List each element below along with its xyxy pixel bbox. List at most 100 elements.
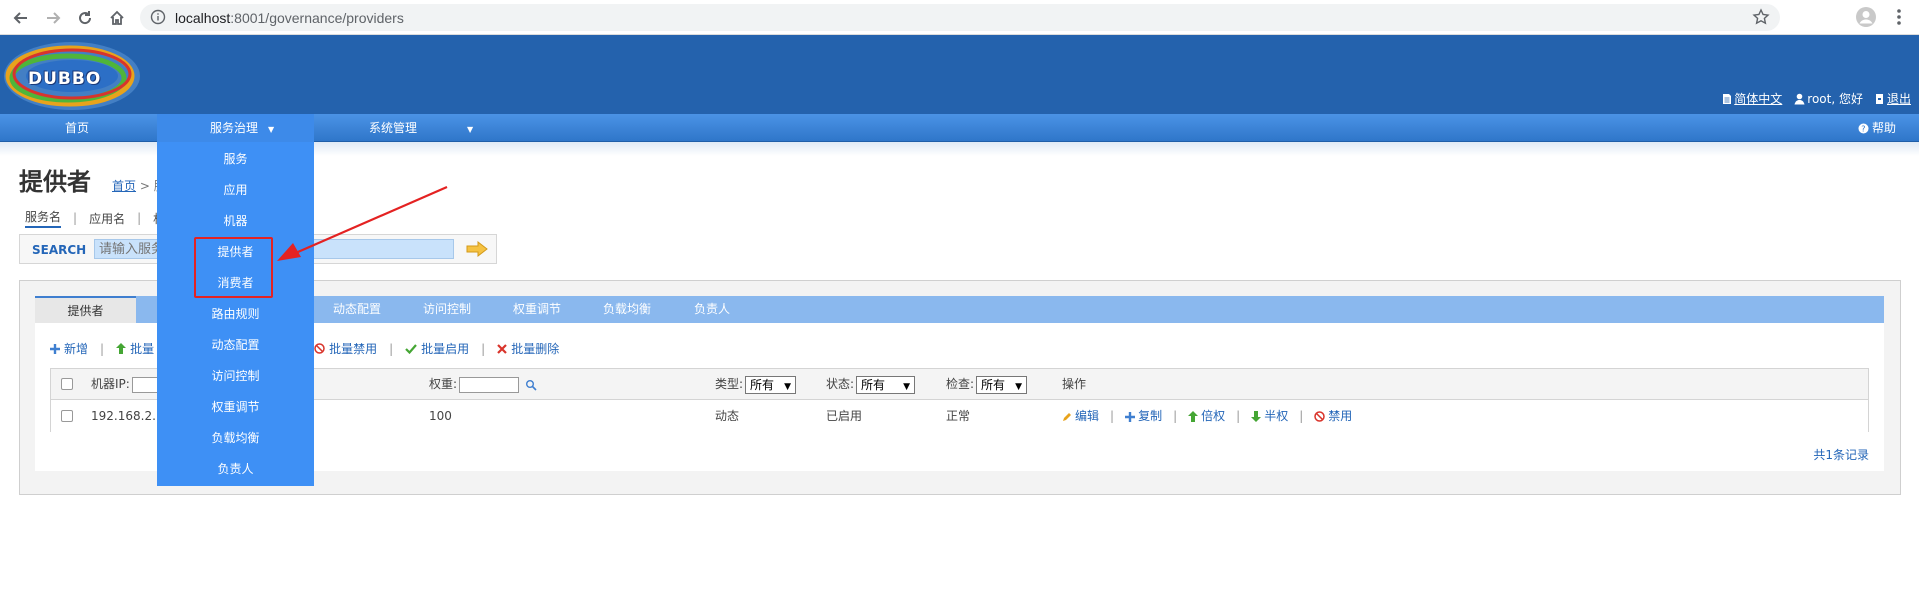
pencil-icon bbox=[1063, 412, 1071, 421]
url-text: localhost:8001/governance/providers bbox=[175, 10, 404, 26]
chevron-down-icon: ▼ bbox=[903, 381, 910, 392]
tab-access-control[interactable]: 访问控制 bbox=[407, 296, 487, 323]
nav-system[interactable]: 系统管理 ▼ bbox=[369, 114, 473, 142]
tab-load-balance[interactable]: 负载均衡 bbox=[587, 296, 667, 323]
batch-disable-button[interactable]: 批量禁用 bbox=[314, 340, 377, 357]
help-icon: ? bbox=[1858, 123, 1869, 133]
tab-owner[interactable]: 负责人 bbox=[677, 296, 747, 323]
status-filter-select[interactable]: 所有 ▼ bbox=[856, 375, 915, 394]
logo-text: DUBBO bbox=[28, 69, 102, 89]
separator: | bbox=[481, 341, 486, 356]
tab-dynamic-config[interactable]: 动态配置 bbox=[317, 296, 397, 323]
add-label: 新增 bbox=[64, 342, 89, 356]
forward-arrow-icon[interactable] bbox=[40, 5, 66, 31]
header-type: 类型: 所有 ▼ bbox=[715, 369, 796, 400]
separator: | bbox=[1236, 409, 1241, 423]
address-bar[interactable]: localhost:8001/governance/providers bbox=[140, 4, 1780, 31]
profile-icon[interactable] bbox=[1855, 6, 1877, 28]
header-weight: 权重: bbox=[429, 369, 537, 400]
providers-table: 机器IP: 权重: 类型: 所有 ▼ 状态: 所有 ▼ 检查: 所有 ▼ 操作 192.16… bbox=[50, 368, 1869, 432]
dropdown-item-service[interactable]: 服务 bbox=[157, 147, 314, 171]
tab-weight[interactable]: 权重调节 bbox=[497, 296, 577, 323]
document-icon bbox=[1723, 93, 1732, 104]
dropdown-item-load-balance[interactable]: 负载均衡 bbox=[157, 426, 314, 450]
separator: | bbox=[73, 211, 78, 225]
chevron-down-icon: ▼ bbox=[784, 381, 791, 392]
batch-enable-button[interactable]: 批量启用 bbox=[405, 340, 469, 357]
batch-label: 批量 bbox=[130, 342, 155, 356]
half-weight-button[interactable]: 半权 bbox=[1251, 401, 1288, 432]
cell-ip[interactable]: 192.168.2.1 bbox=[91, 401, 164, 432]
star-icon[interactable] bbox=[1752, 8, 1770, 26]
dropdown-item-weight[interactable]: 权重调节 bbox=[157, 395, 314, 419]
status-filter-value: 所有 bbox=[861, 377, 886, 392]
separator: | bbox=[1110, 409, 1115, 423]
reload-icon[interactable] bbox=[72, 5, 98, 31]
check-filter-select[interactable]: 所有 ▼ bbox=[976, 375, 1027, 394]
type-filter-select[interactable]: 所有 ▼ bbox=[745, 375, 796, 394]
home-icon[interactable] bbox=[104, 5, 130, 31]
dubbo-logo[interactable]: DUBBO bbox=[2, 39, 145, 113]
edit-button[interactable]: 编辑 bbox=[1062, 401, 1099, 432]
chevron-down-icon: ▼ bbox=[467, 125, 474, 134]
header-links: 简体中文 root, 您好 退出 bbox=[1722, 90, 1911, 107]
weight-filter-input[interactable] bbox=[459, 376, 520, 393]
user-icon bbox=[1794, 93, 1805, 104]
header-check-label: 检查: bbox=[946, 377, 975, 391]
help-link[interactable]: ? 帮助 bbox=[1858, 114, 1896, 142]
batch-enable-label: 批量启用 bbox=[421, 342, 470, 356]
header-ip-label: 机器IP: bbox=[91, 377, 130, 391]
menu-dots-icon[interactable] bbox=[1890, 6, 1908, 28]
search-label: SEARCH bbox=[32, 243, 87, 257]
select-all-checkbox[interactable] bbox=[61, 378, 73, 390]
language-link[interactable]: 简体中文 bbox=[1722, 90, 1782, 107]
separator: | bbox=[1299, 409, 1304, 423]
search-type-tabs: 服务名 | 应用名 | 机 bbox=[25, 208, 165, 228]
header-ops: 操作 bbox=[1062, 377, 1087, 391]
batch-disable-label: 批量禁用 bbox=[329, 342, 378, 356]
search-icon[interactable] bbox=[525, 379, 537, 391]
batch-button[interactable]: 批量 bbox=[116, 340, 154, 357]
disable-button[interactable]: 禁用 bbox=[1314, 401, 1352, 432]
cell-weight: 100 bbox=[429, 409, 452, 423]
nav-home[interactable]: 首页 bbox=[65, 114, 89, 142]
add-button[interactable]: 新增 bbox=[50, 340, 88, 357]
search-go-button[interactable] bbox=[464, 239, 490, 259]
batch-delete-button[interactable]: 批量删除 bbox=[497, 340, 559, 357]
close-icon bbox=[497, 343, 507, 354]
arrow-down-icon bbox=[1251, 411, 1262, 422]
disable-icon bbox=[314, 343, 325, 354]
language-label: 简体中文 bbox=[1734, 92, 1783, 106]
dropdown-item-owner[interactable]: 负责人 bbox=[157, 457, 314, 481]
row-checkbox[interactable] bbox=[61, 410, 73, 422]
nav-governance[interactable]: 服务治理 ▼ bbox=[157, 114, 314, 142]
search-tab-service[interactable]: 服务名 bbox=[25, 208, 62, 228]
url-path: :8001/governance/providers bbox=[230, 10, 404, 26]
dropdown-item-routes[interactable]: 路由规则 bbox=[157, 302, 314, 326]
info-icon[interactable] bbox=[150, 9, 166, 25]
back-arrow-icon[interactable] bbox=[8, 5, 34, 31]
plus-icon bbox=[50, 343, 60, 354]
dropdown-item-dynamic-config[interactable]: 动态配置 bbox=[157, 333, 314, 357]
page-title: 提供者 bbox=[19, 168, 91, 196]
nav-system-label: 系统管理 bbox=[369, 121, 418, 135]
search-tab-application[interactable]: 应用名 bbox=[89, 210, 125, 227]
arrow-up-icon bbox=[116, 343, 127, 354]
row-actions: 编辑 | 复制 | 倍权 | 半权 | 禁用 bbox=[1062, 401, 1352, 432]
user-label: root, 您好 bbox=[1807, 92, 1863, 106]
chevron-down-icon: ▼ bbox=[1015, 381, 1022, 392]
double-weight-button[interactable]: 倍权 bbox=[1188, 401, 1225, 432]
separator: | bbox=[1173, 409, 1178, 423]
logout-link[interactable]: 退出 bbox=[1875, 90, 1911, 107]
header-status: 状态: 所有 ▼ bbox=[826, 369, 915, 400]
breadcrumb-home[interactable]: 首页 bbox=[112, 179, 136, 193]
copy-button[interactable]: 复制 bbox=[1125, 401, 1162, 432]
batch-delete-label: 批量删除 bbox=[511, 342, 560, 356]
edit-label: 编辑 bbox=[1075, 409, 1100, 423]
cell-status: 已启用 bbox=[826, 409, 863, 423]
dropdown-item-access-control[interactable]: 访问控制 bbox=[157, 364, 314, 388]
main-nav: 首页 服务治理 ▼ 系统管理 ▼ ? 帮助 bbox=[0, 114, 1919, 142]
arrow-right-icon bbox=[466, 240, 488, 258]
tab-providers[interactable]: 提供者 bbox=[35, 296, 136, 323]
cell-ops: 编辑 | 复制 | 倍权 | 半权 | 禁用 bbox=[1062, 401, 1352, 432]
